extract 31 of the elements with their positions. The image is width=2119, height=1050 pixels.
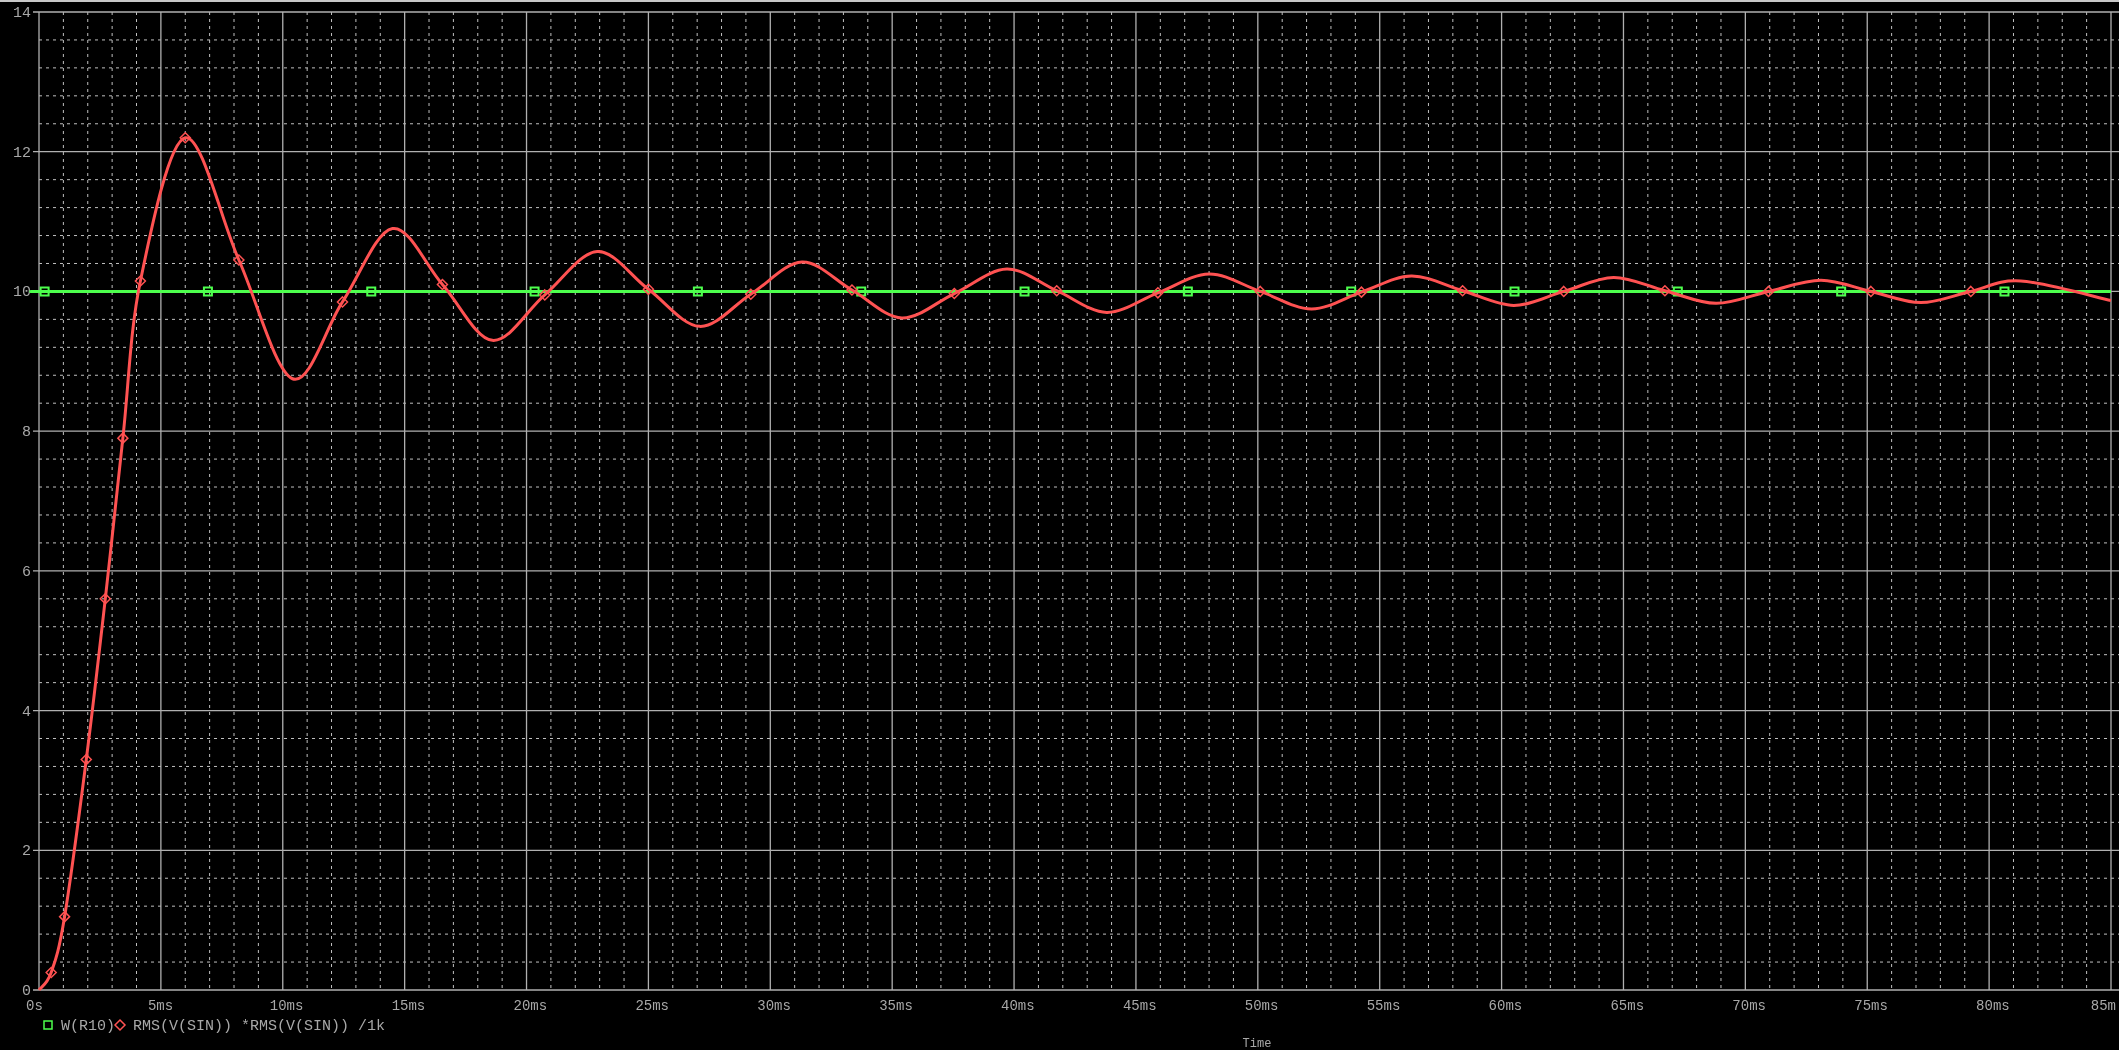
tick-label: 55ms	[1366, 998, 1401, 1014]
legend-label: W(R10)	[61, 1018, 115, 1035]
tick-label: 12	[13, 144, 31, 162]
legend-diamond-icon	[113, 1018, 127, 1032]
axis-title: Time	[1242, 1037, 1272, 1050]
tick-label: 0	[22, 983, 31, 1000]
tick-label: 65ms	[1610, 998, 1645, 1014]
tick-label: 25ms	[635, 998, 669, 1014]
legend-square-icon	[43, 1020, 53, 1030]
tick-label: 35ms	[879, 998, 913, 1014]
tick-label: 4	[22, 703, 31, 721]
tick-label: 50ms	[1244, 998, 1279, 1014]
tick-label: 5ms	[147, 998, 174, 1014]
tick-label: 60ms	[1488, 998, 1523, 1014]
tick-label: 45ms	[1122, 998, 1157, 1014]
tick-label: 6	[22, 563, 31, 581]
tick-label: 10	[13, 284, 31, 302]
legend-label: RMS(V(SIN)) *RMS(V(SIN)) /1k	[133, 1018, 386, 1035]
tick-label: 8	[22, 424, 31, 442]
tick-label: 80ms	[1976, 998, 2010, 1014]
tick-label: 85m	[2090, 998, 2116, 1014]
tick-label: 20ms	[513, 998, 548, 1014]
tick-label: 40ms	[1001, 998, 1035, 1014]
tick-label: 15ms	[391, 998, 426, 1014]
tick-label: 2	[22, 843, 31, 861]
tick-label: 30ms	[757, 998, 791, 1014]
tick-label: 14	[13, 5, 31, 22]
tick-label: 10ms	[269, 998, 304, 1014]
tick-label: 70ms	[1732, 998, 1766, 1014]
tick-label: 75ms	[1854, 998, 1888, 1014]
tick-label: 0s	[26, 998, 43, 1014]
